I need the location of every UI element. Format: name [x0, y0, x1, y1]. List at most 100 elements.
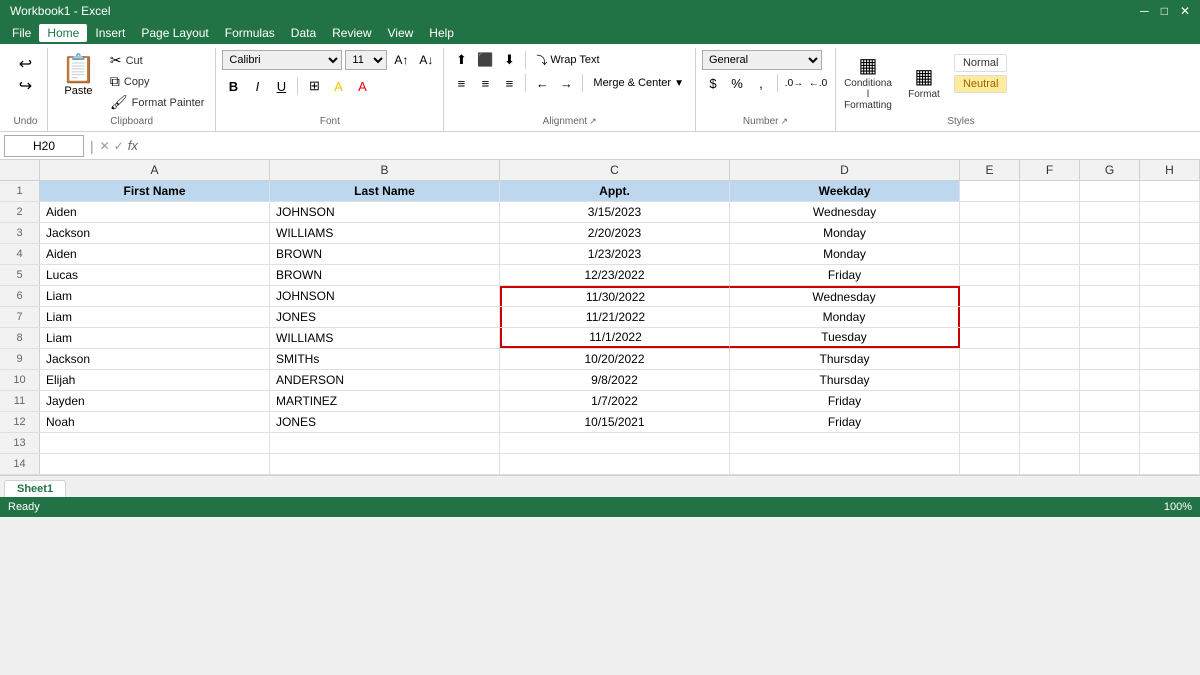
- cell-B11[interactable]: MARTINEZ: [270, 391, 500, 411]
- alignment-expand-icon[interactable]: ↗: [589, 116, 597, 127]
- col-header-H[interactable]: H: [1140, 160, 1200, 180]
- cell-A8[interactable]: Liam: [40, 328, 270, 348]
- menu-insert[interactable]: Insert: [87, 24, 133, 42]
- indent-decrease-btn[interactable]: ←: [531, 73, 553, 93]
- cell-E9[interactable]: [960, 349, 1020, 369]
- number-expand-icon[interactable]: ↗: [780, 116, 788, 127]
- cell-D10[interactable]: Thursday: [730, 370, 960, 390]
- col-header-F[interactable]: F: [1020, 160, 1080, 180]
- cell-C1[interactable]: Appt.: [500, 181, 730, 201]
- cell-C3[interactable]: 2/20/2023: [500, 223, 730, 243]
- cell-C13[interactable]: [500, 433, 730, 453]
- cell-H2[interactable]: [1140, 202, 1200, 222]
- cell-G12[interactable]: [1080, 412, 1140, 432]
- cell-G13[interactable]: [1080, 433, 1140, 453]
- col-header-B[interactable]: B: [270, 160, 500, 180]
- cell-D5[interactable]: Friday: [730, 265, 960, 285]
- cell-A6[interactable]: Liam: [40, 286, 270, 306]
- cell-E5[interactable]: [960, 265, 1020, 285]
- cell-C10[interactable]: 9/8/2022: [500, 370, 730, 390]
- italic-button[interactable]: I: [246, 76, 268, 96]
- cell-A4[interactable]: Aiden: [40, 244, 270, 264]
- cell-A7[interactable]: Liam: [40, 307, 270, 327]
- cell-G2[interactable]: [1080, 202, 1140, 222]
- cell-B5[interactable]: BROWN: [270, 265, 500, 285]
- cell-G10[interactable]: [1080, 370, 1140, 390]
- cell-H4[interactable]: [1140, 244, 1200, 264]
- cell-C6[interactable]: 11/30/2022: [500, 286, 730, 306]
- neutral-style-badge[interactable]: Neutral: [954, 75, 1007, 93]
- format-painter-button[interactable]: 🖌 Format Painter: [105, 92, 210, 112]
- cell-H1[interactable]: [1140, 181, 1200, 201]
- merge-center-dropdown-icon[interactable]: ▼: [674, 78, 684, 89]
- cell-B12[interactable]: JONES: [270, 412, 500, 432]
- cell-A13[interactable]: [40, 433, 270, 453]
- font-family-select[interactable]: Calibri: [222, 50, 342, 70]
- redo-button[interactable]: ↪: [15, 76, 37, 96]
- cell-H5[interactable]: [1140, 265, 1200, 285]
- cell-D1[interactable]: Weekday: [730, 181, 960, 201]
- decrease-decimal-btn[interactable]: ←.0: [807, 73, 829, 93]
- confirm-formula-icon[interactable]: ✓: [114, 139, 124, 153]
- comma-btn[interactable]: ,: [750, 73, 772, 93]
- cell-D13[interactable]: [730, 433, 960, 453]
- cell-H10[interactable]: [1140, 370, 1200, 390]
- decrease-font-btn[interactable]: A↓: [415, 50, 437, 70]
- cell-B2[interactable]: JOHNSON: [270, 202, 500, 222]
- cell-H7[interactable]: [1140, 307, 1200, 327]
- cell-F8[interactable]: [1020, 328, 1080, 348]
- cell-F13[interactable]: [1020, 433, 1080, 453]
- insert-function-icon[interactable]: fx: [128, 138, 138, 153]
- cell-F12[interactable]: [1020, 412, 1080, 432]
- cell-G5[interactable]: [1080, 265, 1140, 285]
- cell-D14[interactable]: [730, 454, 960, 474]
- cell-D3[interactable]: Monday: [730, 223, 960, 243]
- cell-G14[interactable]: [1080, 454, 1140, 474]
- minimize-btn[interactable]: ─: [1140, 4, 1149, 18]
- cell-C5[interactable]: 12/23/2022: [500, 265, 730, 285]
- cell-E12[interactable]: [960, 412, 1020, 432]
- cell-G9[interactable]: [1080, 349, 1140, 369]
- cell-A1[interactable]: First Name: [40, 181, 270, 201]
- cell-F14[interactable]: [1020, 454, 1080, 474]
- cell-F7[interactable]: [1020, 307, 1080, 327]
- cell-G8[interactable]: [1080, 328, 1140, 348]
- cell-A9[interactable]: Jackson: [40, 349, 270, 369]
- menu-data[interactable]: Data: [283, 24, 324, 42]
- cell-A10[interactable]: Elijah: [40, 370, 270, 390]
- cell-A5[interactable]: Lucas: [40, 265, 270, 285]
- cell-F4[interactable]: [1020, 244, 1080, 264]
- sheet-tab-1[interactable]: Sheet1: [4, 480, 66, 497]
- cell-E14[interactable]: [960, 454, 1020, 474]
- align-center-btn[interactable]: ≡: [474, 73, 496, 93]
- cell-D11[interactable]: Friday: [730, 391, 960, 411]
- cell-G3[interactable]: [1080, 223, 1140, 243]
- cell-H8[interactable]: [1140, 328, 1200, 348]
- cell-C14[interactable]: [500, 454, 730, 474]
- cell-reference-box[interactable]: [4, 135, 84, 157]
- cell-A14[interactable]: [40, 454, 270, 474]
- conditional-formatting-button[interactable]: ▦ Conditional Formatting: [842, 52, 894, 114]
- cell-C12[interactable]: 10/15/2021: [500, 412, 730, 432]
- cell-E4[interactable]: [960, 244, 1020, 264]
- underline-button[interactable]: U: [270, 76, 292, 96]
- cell-D7[interactable]: Monday: [730, 307, 960, 327]
- format-as-table-button[interactable]: ▦ Format: [898, 52, 950, 114]
- cell-A3[interactable]: Jackson: [40, 223, 270, 243]
- cell-H3[interactable]: [1140, 223, 1200, 243]
- increase-font-btn[interactable]: A↑: [390, 50, 412, 70]
- cell-B8[interactable]: WILLIAMS: [270, 328, 500, 348]
- menu-home[interactable]: Home: [39, 24, 87, 42]
- cell-B13[interactable]: [270, 433, 500, 453]
- cell-F9[interactable]: [1020, 349, 1080, 369]
- cell-A2[interactable]: Aiden: [40, 202, 270, 222]
- menu-file[interactable]: File: [4, 24, 39, 42]
- cell-E1[interactable]: [960, 181, 1020, 201]
- increase-decimal-btn[interactable]: .0→: [783, 73, 805, 93]
- cell-E6[interactable]: [960, 286, 1020, 306]
- cell-B4[interactable]: BROWN: [270, 244, 500, 264]
- cell-F1[interactable]: [1020, 181, 1080, 201]
- cell-G6[interactable]: [1080, 286, 1140, 306]
- cell-D8[interactable]: Tuesday: [730, 328, 960, 348]
- cell-E8[interactable]: [960, 328, 1020, 348]
